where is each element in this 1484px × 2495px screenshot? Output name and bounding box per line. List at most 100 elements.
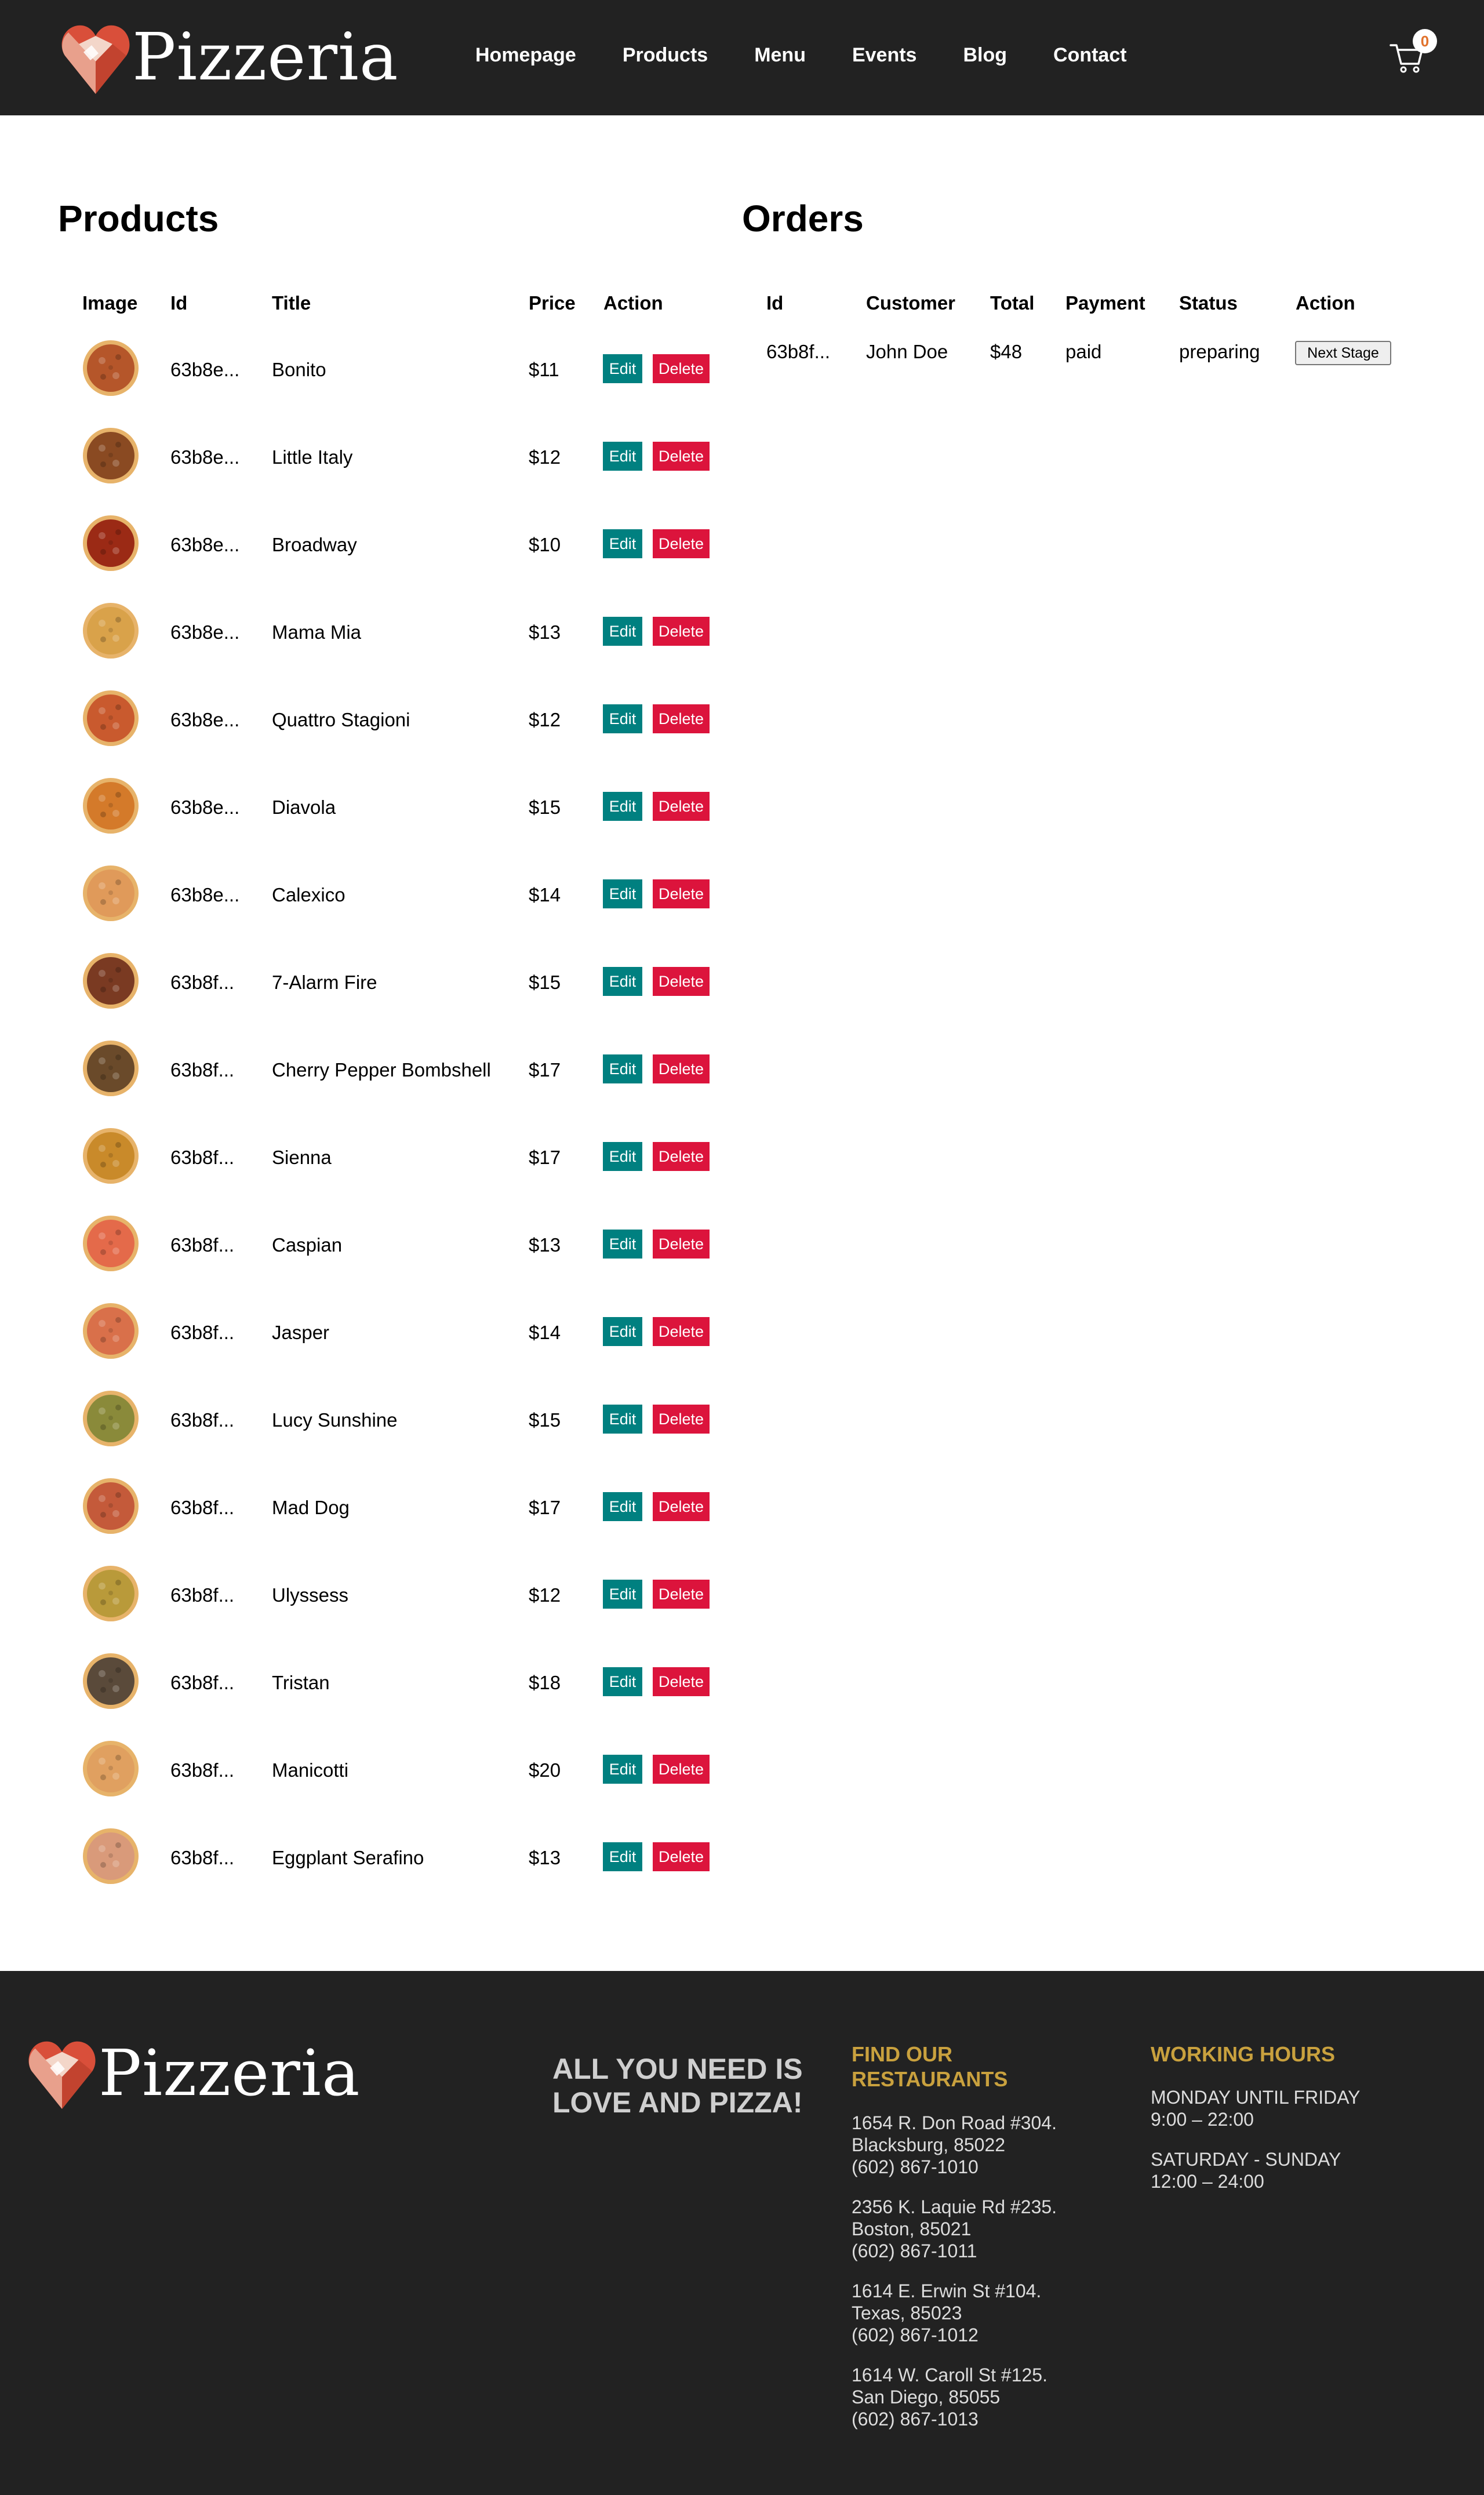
product-id: 63b8f... [170, 1497, 235, 1518]
delete-button[interactable]: Delete [653, 529, 710, 558]
delete-button[interactable]: Delete [653, 704, 710, 733]
edit-button[interactable]: Edit [603, 1054, 642, 1083]
restaurant-address-line: 1614 E. Erwin St #104. [852, 2281, 1042, 2301]
product-title: Ulyssess [272, 1584, 349, 1606]
restaurant-address-line: 1614 W. Caroll St #125. [852, 2365, 1047, 2385]
product-title: Bonito [272, 359, 326, 380]
pizza-image [83, 1741, 139, 1796]
product-price: $15 [529, 1409, 561, 1431]
product-price: $17 [529, 1059, 561, 1081]
order-id: 63b8f... [766, 341, 831, 362]
delete-button[interactable]: Delete [653, 1667, 710, 1696]
column-header-payment: Payment [1065, 292, 1145, 314]
restaurant-address-line: Boston, 85021 [852, 2218, 972, 2239]
edit-button[interactable]: Edit [603, 1405, 642, 1434]
product-title: Mad Dog [272, 1497, 350, 1518]
product-title: Mama Mia [272, 621, 362, 643]
edit-button[interactable]: Edit [603, 879, 642, 908]
restaurant-address-line: 2356 K. Laquie Rd #235. [852, 2196, 1057, 2217]
product-id: 63b8f... [170, 1847, 235, 1868]
edit-button[interactable]: Edit [603, 529, 642, 558]
product-title: Diavola [272, 796, 336, 818]
pizza-image [83, 1216, 139, 1271]
delete-button[interactable]: Delete [653, 1142, 710, 1171]
cart-button[interactable]: 0 [1388, 29, 1437, 77]
edit-button[interactable]: Edit [603, 1492, 642, 1521]
order-total: $48 [990, 341, 1023, 362]
product-title: Broadway [272, 534, 357, 555]
delete-button[interactable]: Delete [653, 354, 710, 383]
product-price: $11 [529, 359, 559, 380]
footer: Pizzeria ALL YOU NEED IS LOVE AND PIZZA!… [0, 1971, 1484, 2495]
edit-button[interactable]: Edit [603, 1142, 642, 1171]
column-header-price: Price [529, 292, 576, 314]
nav-menu[interactable]: Menu [754, 44, 806, 67]
product-title: Calexico [272, 884, 345, 905]
product-price: $18 [529, 1672, 561, 1693]
pizza-image [83, 603, 139, 659]
product-price: $12 [529, 709, 561, 730]
product-title: Manicotti [272, 1759, 349, 1781]
edit-button[interactable]: Edit [603, 704, 642, 733]
heart-logo-icon [28, 2041, 96, 2110]
nav-events[interactable]: Events [852, 44, 917, 67]
next-stage-button[interactable]: Next Stage [1295, 341, 1391, 365]
restaurant-address-line: San Diego, 85055 [852, 2387, 1001, 2407]
product-price: $20 [529, 1759, 561, 1781]
restaurant-address: 1654 R. Don Road #304. Blacksburg, 85022(… [852, 2112, 1057, 2178]
edit-button[interactable]: Edit [603, 354, 642, 383]
product-id: 63b8f... [170, 972, 235, 993]
pizza-image [83, 1041, 139, 1096]
restaurant-address: 1614 E. Erwin St #104. Texas, 85023 (602) … [852, 2280, 1041, 2346]
product-price: $15 [529, 796, 561, 818]
column-header-customer: Customer [866, 292, 956, 314]
edit-button[interactable]: Edit [603, 1842, 642, 1871]
delete-button[interactable]: Delete [653, 1405, 710, 1434]
product-id: 63b8f... [170, 1409, 235, 1431]
edit-button[interactable]: Edit [603, 792, 642, 821]
delete-button[interactable]: Delete [653, 967, 710, 996]
pizza-image [83, 1828, 139, 1884]
edit-button[interactable]: Edit [603, 617, 642, 646]
restaurant-address-line: 1654 R. Don Road #304. [852, 2112, 1057, 2133]
product-price: $15 [529, 972, 561, 993]
working-hours-line: MONDAY UNTIL FRIDAY [1151, 2087, 1361, 2108]
product-price: $12 [529, 446, 561, 468]
footer-logo[interactable]: Pizzeria [28, 2036, 361, 2110]
delete-button[interactable]: Delete [653, 1842, 710, 1871]
delete-button[interactable]: Delete [653, 1492, 710, 1521]
edit-button[interactable]: Edit [603, 1667, 642, 1696]
edit-button[interactable]: Edit [603, 1755, 642, 1784]
product-price: $13 [529, 621, 561, 643]
delete-button[interactable]: Delete [653, 1230, 710, 1259]
restaurant-address-line: (602) 867-1012 [852, 2325, 979, 2345]
delete-button[interactable]: Delete [653, 1755, 710, 1784]
delete-button[interactable]: Delete [653, 1054, 710, 1083]
edit-button[interactable]: Edit [603, 1317, 642, 1346]
edit-button[interactable]: Edit [603, 1230, 642, 1259]
nav-blog[interactable]: Blog [963, 44, 1007, 67]
product-id: 63b8e... [170, 446, 240, 468]
edit-button[interactable]: Edit [603, 967, 642, 996]
pizza-image [83, 428, 139, 483]
footer-slogan: ALL YOU NEED IS LOVE AND PIZZA! [552, 2052, 808, 2119]
delete-button[interactable]: Delete [653, 442, 710, 471]
product-price: $14 [529, 884, 561, 905]
working-hours-entry: SATURDAY - SUNDAY 12:00 – 24:00 [1151, 2148, 1341, 2192]
product-title: Tristan [272, 1672, 330, 1693]
nav-contact[interactable]: Contact [1053, 44, 1127, 67]
delete-button[interactable]: Delete [653, 792, 710, 821]
pizza-image [83, 953, 139, 1009]
delete-button[interactable]: Delete [653, 879, 710, 908]
edit-button[interactable]: Edit [603, 442, 642, 471]
delete-button[interactable]: Delete [653, 617, 710, 646]
delete-button[interactable]: Delete [653, 1317, 710, 1346]
column-header-id: Id [170, 292, 188, 314]
product-title: 7-Alarm Fire [272, 972, 377, 993]
restaurants-title-line: FIND OUR [852, 2042, 952, 2066]
product-title: Sienna [272, 1147, 332, 1168]
edit-button[interactable]: Edit [603, 1580, 642, 1609]
restaurant-address-line: (602) 867-1010 [852, 2156, 979, 2177]
delete-button[interactable]: Delete [653, 1580, 710, 1609]
product-price: $17 [529, 1497, 561, 1518]
